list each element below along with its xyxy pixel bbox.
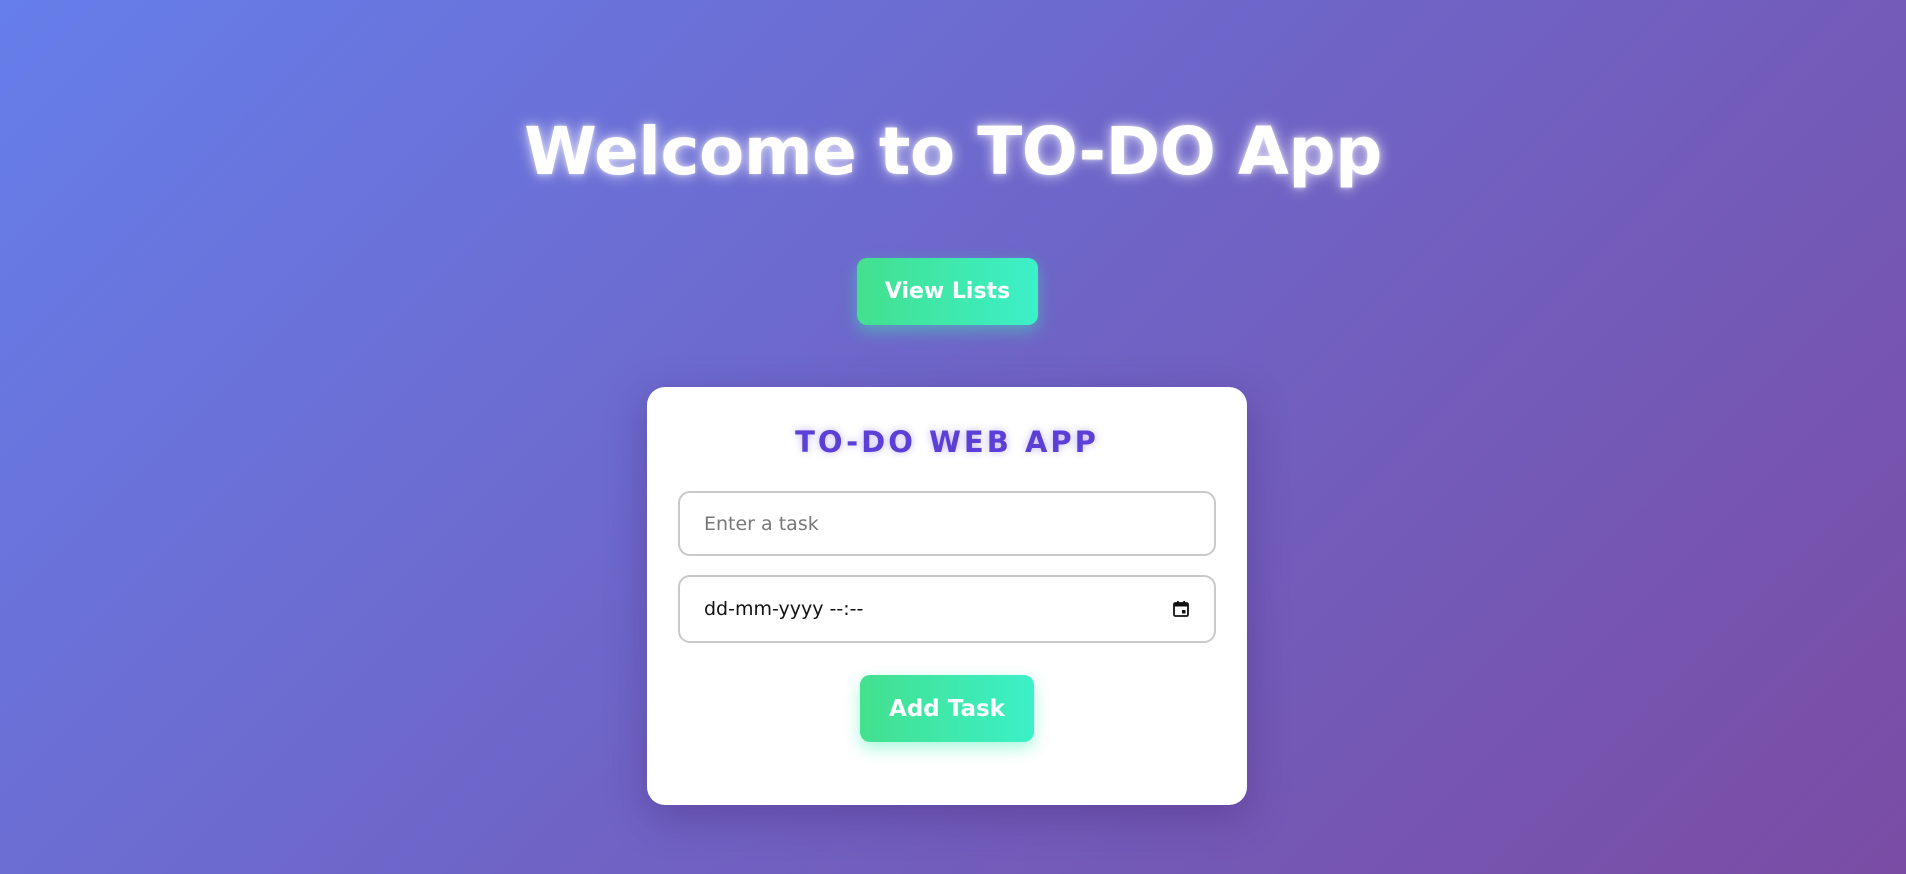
add-task-button[interactable]: Add Task [860, 675, 1034, 742]
view-lists-button[interactable]: View Lists [857, 258, 1038, 325]
datetime-input[interactable]: dd-mm-yyyy --:-- [678, 575, 1216, 643]
calendar-icon[interactable] [1172, 600, 1190, 618]
task-input[interactable] [678, 491, 1216, 556]
card-title: TO-DO WEB APP [795, 425, 1099, 459]
datetime-input-value: dd-mm-yyyy --:-- [704, 598, 864, 620]
todo-card: TO-DO WEB APP dd-mm-yyyy --:-- Add Task [647, 387, 1247, 805]
page-title: Welcome to TO-DO App [524, 113, 1382, 190]
